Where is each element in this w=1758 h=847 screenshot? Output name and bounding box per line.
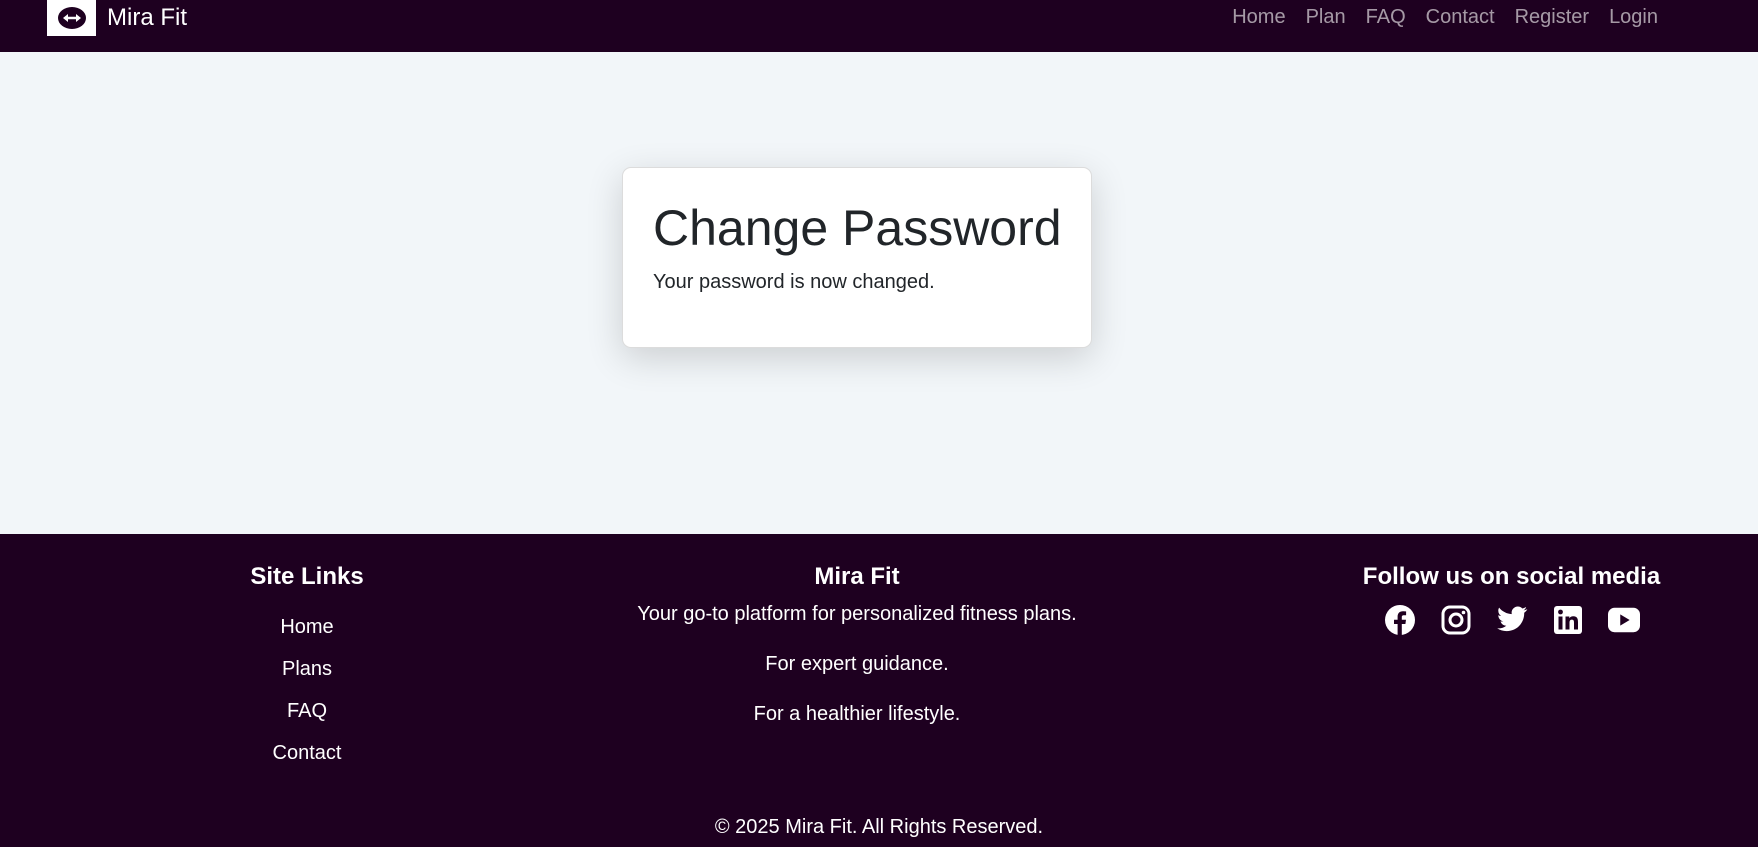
footer-brand-title: Mira Fit: [814, 563, 900, 590]
brand-name: Mira Fit: [107, 4, 187, 31]
top-navbar: Mira Fit Home Plan FAQ Contact Register …: [0, 0, 1758, 52]
instagram-icon[interactable]: [1440, 604, 1472, 636]
footer-brand: Mira Fit Your go-to platform for persona…: [557, 562, 1157, 726]
youtube-icon[interactable]: [1607, 604, 1640, 636]
footer-tagline: For a healthier lifestyle.: [753, 703, 961, 725]
footer-social-title: Follow us on social media: [1362, 563, 1661, 590]
footer-link-plans[interactable]: Plans: [282, 658, 332, 680]
footer-social: Follow us on social media: [1320, 562, 1703, 636]
confirmation-card: Change Password Your password is now cha…: [622, 167, 1092, 348]
main-content: Change Password Your password is now cha…: [0, 52, 1758, 534]
nav-links: Home Plan FAQ Contact Register Login: [1222, 0, 1668, 34]
page-title: Change Password: [653, 200, 1062, 256]
footer-site-links: Site Links Home Plans FAQ Contact: [207, 562, 407, 774]
confirmation-message: Your password is now changed.: [653, 271, 935, 293]
facebook-icon[interactable]: [1384, 604, 1416, 636]
twitter-icon[interactable]: [1496, 604, 1528, 636]
footer-links-list: Home Plans FAQ Contact: [207, 606, 407, 774]
footer-tagline: For expert guidance.: [765, 653, 949, 675]
logo-icon: [47, 0, 96, 36]
footer-tagline: Your go-to platform for personalized fit…: [637, 603, 1077, 625]
footer-links-title: Site Links: [250, 563, 364, 590]
social-links: [1320, 604, 1703, 636]
nav-faq-link[interactable]: FAQ: [1356, 6, 1416, 29]
site-footer: Site Links Home Plans FAQ Contact Mira F…: [0, 534, 1758, 847]
linkedin-icon[interactable]: [1552, 604, 1584, 636]
footer-link-faq[interactable]: FAQ: [287, 700, 327, 722]
copyright-text: © 2025 Mira Fit. All Rights Reserved.: [714, 816, 1044, 838]
nav-login-link[interactable]: Login: [1599, 6, 1668, 29]
nav-contact-link[interactable]: Contact: [1416, 6, 1505, 29]
brand-link[interactable]: Mira Fit: [47, 0, 187, 36]
footer-link-home[interactable]: Home: [280, 616, 333, 638]
footer-link-contact[interactable]: Contact: [273, 742, 342, 764]
nav-home-link[interactable]: Home: [1222, 6, 1295, 29]
nav-register-link[interactable]: Register: [1505, 6, 1599, 29]
nav-plan-link[interactable]: Plan: [1296, 6, 1356, 29]
